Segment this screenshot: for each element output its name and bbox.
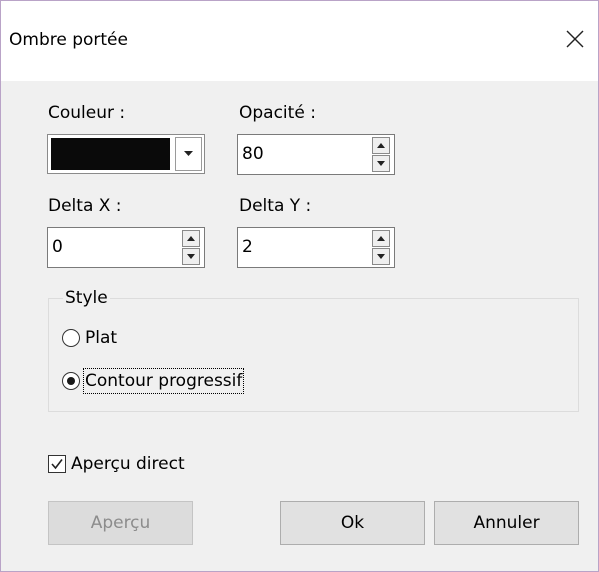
delta-y-stepper [237,227,395,268]
color-label: Couleur : [48,103,126,123]
delta-x-label: Delta X : [48,196,122,216]
color-picker[interactable] [47,134,205,174]
close-icon [566,30,584,48]
preview-button[interactable]: Aperçu [48,501,193,545]
delta-x-decrement-button[interactable] [182,248,200,265]
opacity-decrement-button[interactable] [372,155,390,172]
arrow-down-icon [377,254,385,259]
color-swatch [51,138,170,170]
dialog-title: Ombre portée [9,30,128,50]
close-button[interactable] [557,21,593,57]
chevron-down-icon [184,151,193,156]
radio-selected-dot [67,377,75,385]
radio-button[interactable] [62,372,80,390]
radio-label: Plat [85,328,118,348]
radio-button[interactable] [62,329,80,347]
style-group-title: Style [63,287,110,309]
delta-x-stepper [47,227,205,268]
arrow-down-icon [377,161,385,166]
opacity-input[interactable] [242,135,352,174]
opacity-stepper [237,134,395,175]
shadow-dialog: Ombre portée Couleur : Opacité : 80 Delt… [0,0,599,572]
arrow-up-icon [377,143,385,148]
arrow-up-icon [377,236,385,241]
delta-x-input[interactable] [52,228,162,267]
title-bar: Ombre portée [1,1,598,81]
live-preview-label: Aperçu direct [71,454,185,474]
delta-x-increment-button[interactable] [182,230,200,247]
checkmark-icon [51,459,63,470]
opacity-label: Opacité : [239,103,316,123]
cancel-button[interactable]: Annuler [434,501,579,545]
ok-button[interactable]: Ok [280,501,425,545]
color-dropdown-button[interactable] [175,137,202,171]
delta-y-increment-button[interactable] [372,230,390,247]
delta-y-input[interactable] [242,228,352,267]
opacity-increment-button[interactable] [372,137,390,154]
live-preview-checkbox[interactable] [48,455,66,473]
style-groupbox [48,298,579,412]
delta-y-decrement-button[interactable] [372,248,390,265]
arrow-up-icon [187,236,195,241]
arrow-down-icon [187,254,195,259]
radio-label: Contour progressif [82,368,245,394]
delta-y-label: Delta Y : [239,196,312,216]
